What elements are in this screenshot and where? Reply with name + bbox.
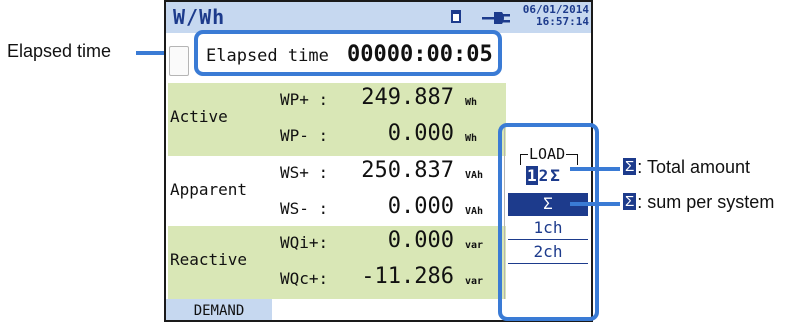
- measurement-row-wqc-plus: WQc+: -11.286 var: [168, 262, 506, 298]
- sum-per-system-callout: Σ: sum per system: [623, 192, 774, 213]
- sd-card-icon: [451, 10, 461, 23]
- reactive-group: Reactive WQi+: 0.000 var WQc+: -11.286 v…: [168, 226, 506, 299]
- measurement-unit: Wh: [465, 133, 478, 144]
- measurement-unit: VAh: [465, 206, 484, 217]
- demand-button[interactable]: DEMAND: [166, 299, 272, 320]
- elapsed-time-highlight: [194, 30, 502, 76]
- measurement-value: 0.000: [387, 194, 454, 219]
- time-text: 16:57:14: [536, 15, 589, 28]
- measurement-label: WQc+:: [280, 269, 329, 288]
- measurement-row-ws-minus: WS- : 0.000 VAh: [168, 192, 506, 228]
- measurement-unit: var: [465, 240, 484, 251]
- sum-per-system-callout-line: [570, 202, 620, 206]
- measurement-label: WQi+:: [280, 233, 329, 252]
- measurement-unit: Wh: [465, 97, 478, 108]
- measurement-label: WS- :: [280, 199, 329, 218]
- elapsed-stub-tab: [169, 46, 189, 76]
- measurement-row-wqi-plus: WQi+: 0.000 var: [168, 226, 506, 262]
- measurement-value: 250.837: [361, 158, 454, 183]
- measurement-row-wp-plus: WP+ : 249.887 Wh: [168, 83, 506, 119]
- apparent-group: Apparent WS+ : 250.837 VAh WS- : 0.000 V…: [168, 156, 506, 229]
- measurement-value: 249.887: [361, 85, 454, 110]
- sum-per-system-text: : sum per system: [637, 192, 775, 212]
- sigma-badge: Σ: [623, 193, 637, 210]
- title-bar: W/Wh 06/01/2014 16:57:14: [166, 2, 591, 33]
- measurement-unit: VAh: [465, 170, 484, 181]
- total-amount-text: : Total amount: [637, 157, 751, 177]
- measurement-value: 0.000: [387, 121, 454, 146]
- measurement-unit: var: [465, 276, 484, 287]
- elapsed-time-callout-label: Elapsed time: [7, 41, 112, 61]
- load-panel-highlight: [498, 123, 599, 321]
- measurement-row-ws-plus: WS+ : 250.837 VAh: [168, 156, 506, 192]
- measurement-label: WS+ :: [280, 163, 329, 182]
- active-group: Active WP+ : 249.887 Wh WP- : 0.000 Wh: [168, 83, 506, 156]
- power-plug-icon: [482, 12, 510, 24]
- datetime-display: 06/01/2014 16:57:14: [515, 4, 589, 28]
- sigma-badge: Σ: [623, 158, 637, 175]
- measurement-value: 0.000: [387, 228, 454, 253]
- measurement-label: WP- :: [280, 126, 329, 145]
- measurement-label: WP+ :: [280, 90, 329, 109]
- measurement-row-wp-minus: WP- : 0.000 Wh: [168, 119, 506, 155]
- measurement-value: -11.286: [361, 264, 454, 289]
- total-amount-callout-line: [570, 167, 620, 171]
- total-amount-callout: Σ: Total amount: [623, 157, 750, 178]
- screen-title: W/Wh: [173, 5, 226, 29]
